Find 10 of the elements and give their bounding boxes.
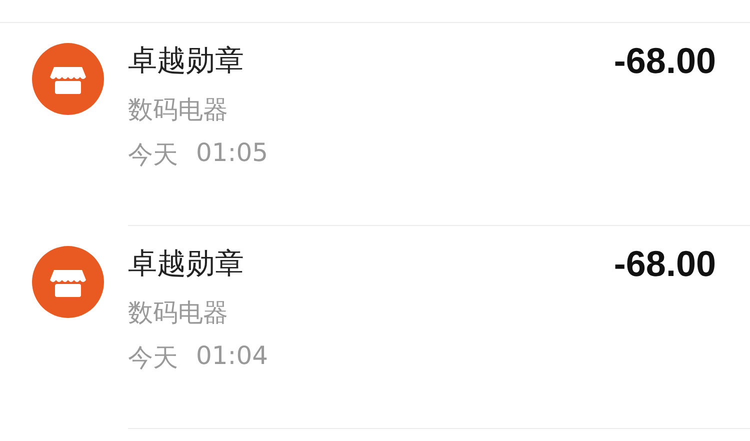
time: 01:05 [196,138,268,169]
amount: -68.00 [614,40,716,82]
merchant-name: 卓越勋章 [128,42,244,79]
merchant-name: 卓越勋章 [128,245,244,282]
time: 01:04 [196,341,268,372]
category: 数码电器 [128,297,228,329]
date: 今天 [128,342,178,374]
amount: -68.00 [614,243,716,285]
date: 今天 [128,139,178,171]
category: 数码电器 [128,94,228,126]
